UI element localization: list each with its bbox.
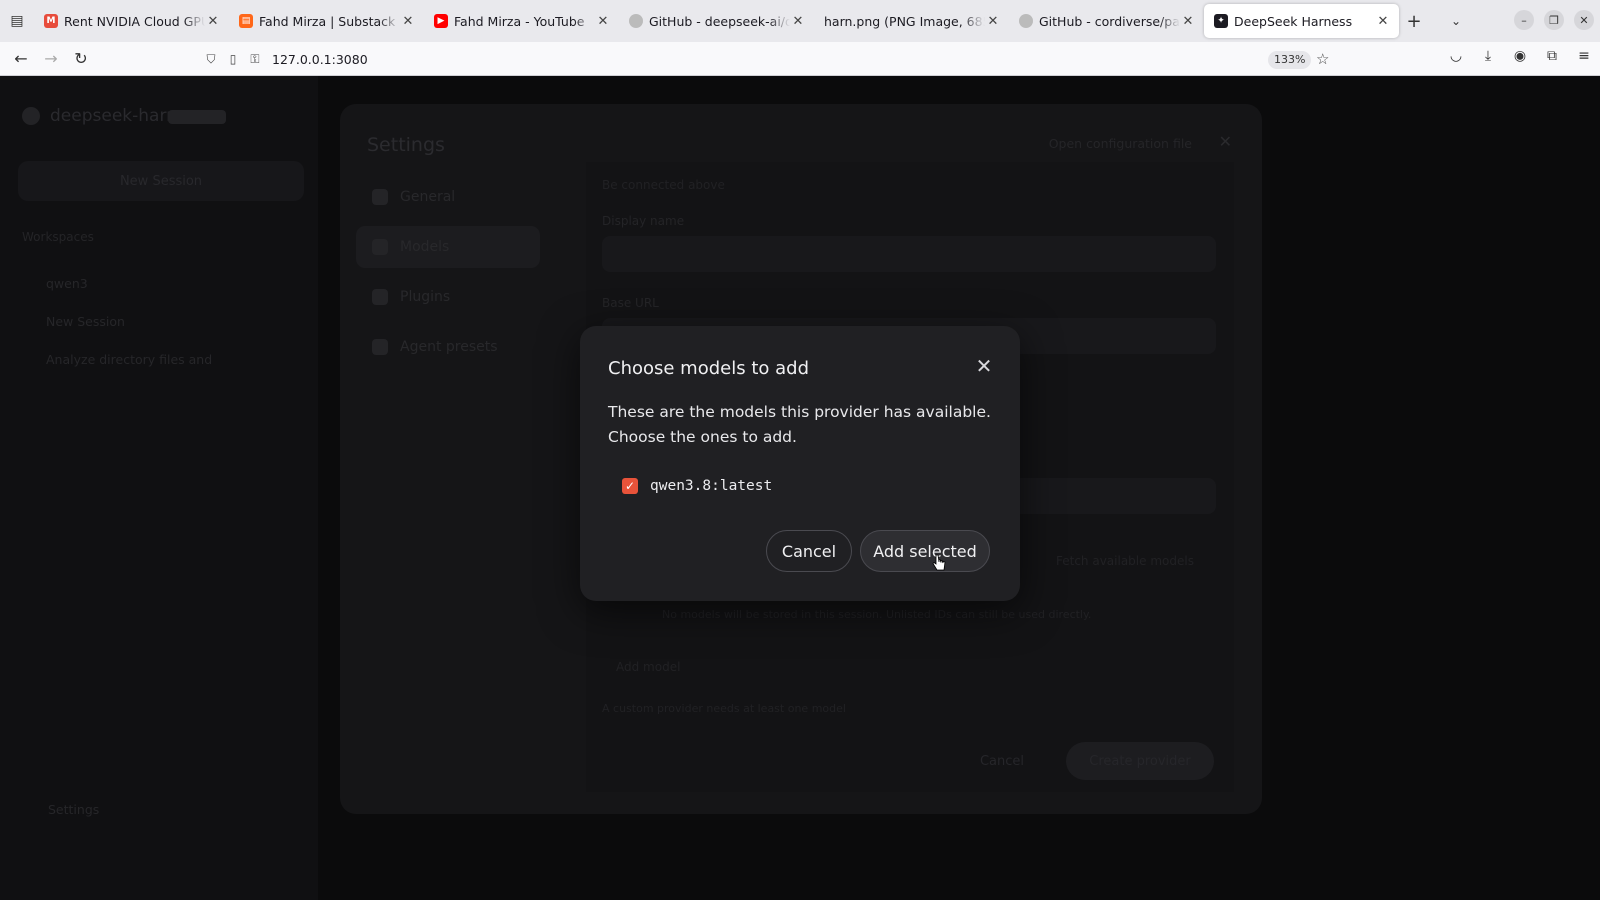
settings-title: Settings (367, 134, 445, 156)
nav-label: Agent presets (400, 339, 498, 355)
browser-tab[interactable]: ▤ Fahd Mirza | Substack ✕ (229, 4, 424, 38)
account-icon[interactable]: ◉ (1510, 48, 1530, 64)
tab-title: Fahd Mirza | Substack (259, 13, 396, 29)
pocket-icon[interactable]: ◡ (1446, 48, 1466, 64)
tab-strip: M Rent NVIDIA Cloud GPUs ✕ ▤ Fahd Mirza … (34, 0, 1399, 42)
add-model-button[interactable]: Add model (616, 660, 680, 674)
extensions-icon[interactable]: ⧉ (1542, 48, 1562, 64)
settings-nav-models[interactable]: Models (356, 226, 540, 268)
page-icon[interactable]: ▯ (222, 52, 244, 66)
close-icon[interactable]: ✕ (1180, 14, 1196, 29)
nav-label: Models (400, 239, 450, 255)
gear-icon (372, 189, 388, 205)
browser-tab[interactable]: GitHub - cordiverse/pape ✕ (1009, 4, 1204, 38)
base-url-label: Base URL (602, 296, 659, 310)
github-icon (1019, 14, 1033, 28)
settings-nav-agent-presets[interactable]: Agent presets (356, 326, 540, 368)
close-icon[interactable]: ✕ (1219, 132, 1232, 151)
version-badge (168, 110, 226, 124)
create-provider-button[interactable]: Create provider (1066, 742, 1214, 780)
logo-icon (22, 107, 40, 125)
close-icon[interactable]: ✕ (595, 14, 611, 29)
model-checkbox[interactable]: ✓ (622, 478, 638, 494)
browser-tab-bar: ▤ M Rent NVIDIA Cloud GPUs ✕ ▤ Fahd Mirz… (0, 0, 1600, 42)
browser-tab-active[interactable]: ✦ DeepSeek Harness ✕ (1204, 4, 1399, 38)
tab-title: DeepSeek Harness (1234, 13, 1353, 29)
settings-nav-plugins[interactable]: Plugins (356, 276, 540, 318)
download-icon[interactable]: ⤓ (1478, 48, 1498, 64)
footnote: A custom provider needs at least one mod… (602, 702, 846, 715)
browser-tab[interactable]: harn.png (PNG Image, 685 × ✕ (814, 4, 1009, 38)
browser-tab[interactable]: GitHub - deepseek-ai/dee ✕ (619, 4, 814, 38)
tab-list-icon[interactable]: ▤ (0, 0, 34, 42)
nav-label: Plugins (400, 289, 451, 305)
new-session-button[interactable]: New Session (18, 161, 304, 201)
chevron-down-icon[interactable]: ⌄ (1441, 14, 1471, 28)
models-note: No models will be stored in this session… (662, 608, 1092, 621)
sidebar-item-workspace[interactable]: qwen3 (46, 276, 88, 291)
close-icon[interactable]: ✕ (1375, 14, 1391, 29)
robot-icon (372, 339, 388, 355)
plug-icon (372, 289, 388, 305)
menu-icon[interactable]: ≡ (1574, 48, 1594, 64)
window-controls: – ❐ ✕ (1514, 10, 1594, 30)
github-icon (629, 14, 643, 28)
tab-title: harn.png (PNG Image, 685 × (824, 13, 985, 29)
sidebar-item-session[interactable]: Analyze directory files and (46, 352, 212, 367)
cube-icon (372, 239, 388, 255)
sidebar-settings[interactable]: Settings (48, 802, 99, 817)
cancel-button[interactable]: Cancel (766, 530, 852, 572)
dialog-description: These are the models this provider has a… (608, 403, 991, 446)
browser-tab[interactable]: M Rent NVIDIA Cloud GPUs ✕ (34, 4, 229, 38)
toolbar-icons: ◡ ⤓ ◉ ⧉ ≡ (1446, 48, 1594, 64)
tab-title: Fahd Mirza - YouTube (454, 13, 585, 29)
minimize-icon[interactable]: – (1514, 10, 1534, 30)
close-icon[interactable]: ✕ (790, 14, 806, 29)
back-icon[interactable]: ← (6, 49, 36, 68)
key-icon[interactable]: ⚿ (244, 52, 266, 67)
zoom-level[interactable]: 133% (1268, 51, 1312, 69)
dialog-title: Choose models to add (608, 358, 809, 379)
workspaces-heading: Workspaces (22, 230, 94, 244)
bookmark-star-icon[interactable]: ☆ (1316, 50, 1329, 68)
cancel-button[interactable]: Cancel (962, 742, 1042, 780)
display-name-field[interactable] (602, 236, 1216, 272)
shield-icon[interactable]: ⛉ (200, 52, 222, 67)
sidebar-item-session[interactable]: New Session (46, 314, 125, 329)
model-option[interactable]: ✓ qwen3.8:latest (622, 478, 772, 494)
fetch-models-button[interactable]: Fetch available models (1056, 554, 1194, 568)
model-name[interactable]: qwen3.8:latest (650, 478, 772, 494)
reload-icon[interactable]: ↻ (66, 49, 96, 68)
close-window-icon[interactable]: ✕ (1574, 10, 1594, 30)
display-name-label: Display name (602, 214, 685, 228)
tab-title: GitHub - deepseek-ai/dee (649, 13, 790, 29)
close-icon[interactable]: ✕ (205, 14, 221, 29)
browser-nav-bar: ← → ↻ ⛉ ▯ ⚿ 127.0.0.1:3080 133% ☆ ◡ ⤓ ◉ … (0, 42, 1600, 76)
tab-title: GitHub - cordiverse/pape (1039, 13, 1180, 29)
forward-icon[interactable]: → (36, 49, 66, 68)
deepseek-icon: ✦ (1214, 14, 1228, 28)
restore-icon[interactable]: ❐ (1544, 10, 1564, 30)
form-hint: Be connected above (602, 178, 725, 192)
nvidia-icon: M (44, 14, 58, 28)
new-tab-icon[interactable]: + (1399, 11, 1429, 32)
add-selected-button[interactable]: Add selected (860, 530, 990, 572)
url-text[interactable]: 127.0.0.1:3080 (272, 52, 368, 67)
hand-cursor-icon (932, 554, 946, 571)
youtube-icon: ▶ (434, 14, 448, 28)
nav-label: General (400, 189, 456, 205)
choose-models-dialog: Choose models to add ✕ These are the mod… (580, 326, 1020, 601)
tab-title: Rent NVIDIA Cloud GPUs (64, 13, 205, 29)
sidebar: deepseek-harness New Session Workspaces … (0, 76, 318, 900)
close-icon[interactable]: ✕ (400, 14, 416, 29)
close-icon[interactable]: ✕ (972, 354, 996, 378)
browser-tab[interactable]: ▶ Fahd Mirza - YouTube ✕ (424, 4, 619, 38)
substack-icon: ▤ (239, 14, 253, 28)
open-config-link[interactable]: Open configuration file (1049, 136, 1192, 151)
close-icon[interactable]: ✕ (985, 14, 1001, 29)
settings-nav-general[interactable]: General (356, 176, 540, 218)
url-bar[interactable]: ⛉ ▯ ⚿ 127.0.0.1:3080 (200, 46, 1326, 72)
